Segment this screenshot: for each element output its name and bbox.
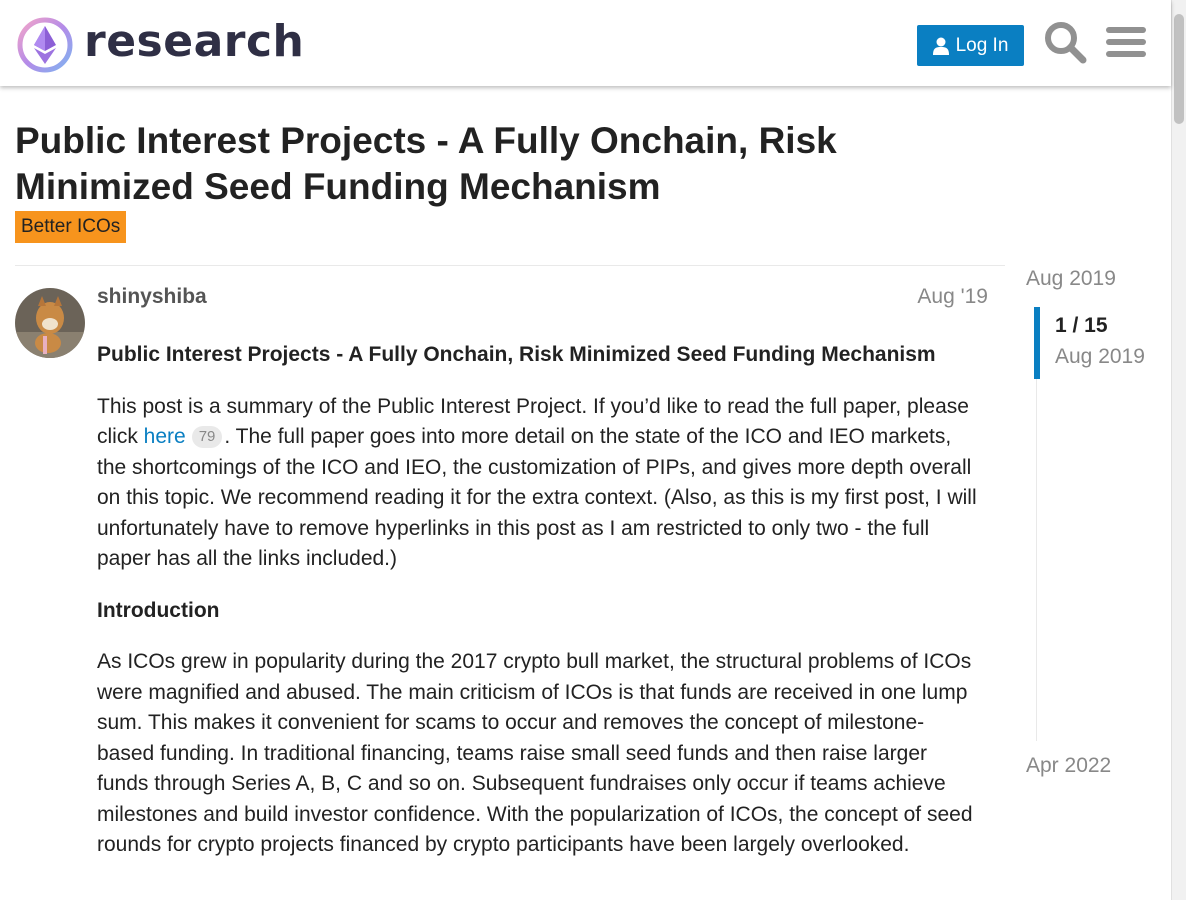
hamburger-menu-icon[interactable] — [1104, 20, 1148, 64]
search-icon[interactable] — [1043, 20, 1087, 64]
post-author[interactable]: shinyshiba — [97, 285, 207, 309]
ethresearch-logo-icon[interactable] — [16, 16, 74, 74]
category-badge[interactable]: Better ICOs — [15, 211, 127, 243]
timeline-position-date: Aug 2019 — [1055, 345, 1145, 368]
timeline-position: 1 / 15 — [1055, 314, 1108, 337]
section-heading: Introduction — [97, 598, 220, 622]
full-paper-link[interactable]: here — [144, 425, 186, 448]
timeline-end-date[interactable]: Apr 2022 — [1026, 754, 1111, 778]
user-avatar[interactable] — [15, 288, 85, 358]
page-scrollbar[interactable] — [1171, 0, 1186, 900]
topic-timeline: Aug 2019 1 / 15 Aug 2019 Apr 2022 — [1026, 265, 1171, 795]
link-click-count: 79 — [191, 426, 223, 448]
topic-divider — [15, 265, 1005, 266]
site-logo-text[interactable]: research — [84, 12, 304, 72]
scrollbar-thumb[interactable] — [1174, 14, 1184, 124]
post-body: Public Interest Projects - A Fully Oncha… — [97, 340, 977, 882]
user-icon — [932, 37, 949, 55]
site-header: research Log In — [0, 0, 1171, 86]
login-button[interactable]: Log In — [917, 25, 1024, 66]
post-heading: Public Interest Projects - A Fully Oncha… — [97, 343, 936, 366]
timeline-scroll-handle[interactable] — [1034, 307, 1040, 379]
post-paragraph: As ICOs grew in popularity during the 20… — [97, 650, 973, 856]
post-paragraph: This post is a summary of the Public Int… — [97, 392, 977, 575]
topic-title[interactable]: Public Interest Projects - A Fully Oncha… — [15, 118, 915, 210]
post-date[interactable]: Aug '19 — [917, 285, 988, 309]
paragraph-text: . The full paper goes into more detail o… — [97, 425, 977, 570]
timeline-start-date[interactable]: Aug 2019 — [1026, 267, 1116, 291]
login-button-label: Log In — [955, 34, 1009, 56]
